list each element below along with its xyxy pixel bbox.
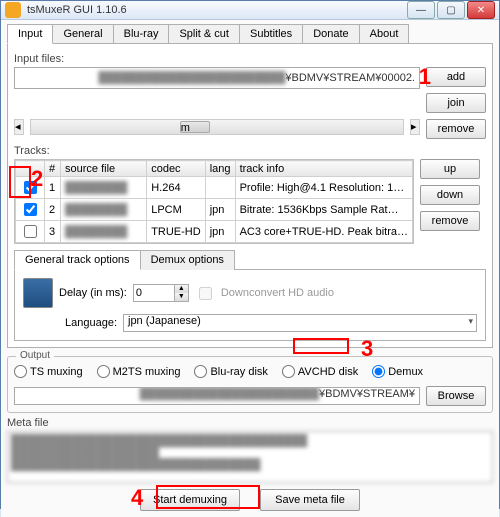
tab-general[interactable]: General — [52, 24, 113, 44]
up-button[interactable]: up — [420, 159, 480, 179]
remove-input-button[interactable]: remove — [426, 119, 486, 139]
track-source: ████████ — [61, 221, 147, 243]
tab-split[interactable]: Split & cut — [168, 24, 240, 44]
tracks-table-wrap: # source file codec lang track info 1███… — [14, 159, 414, 244]
down-button[interactable]: down — [420, 185, 480, 205]
app-window: tsMuxeR GUI 1.10.6 — ▢ ✕ Input General B… — [0, 0, 500, 509]
col-lang[interactable]: lang — [205, 161, 235, 177]
radio-input[interactable] — [14, 365, 27, 378]
meta-textarea[interactable]: ████████████████████████████████████████… — [7, 431, 493, 483]
track-num: 1 — [45, 177, 61, 199]
input-scrollbar[interactable]: m — [30, 119, 404, 135]
radio-label: M2TS muxing — [113, 366, 181, 378]
track-info: AC3 core+TRUE-HD. Peak bitra… — [235, 221, 412, 243]
track-source: ████████ — [61, 177, 147, 199]
radio-avchd-disk[interactable]: AVCHD disk — [282, 365, 358, 378]
track-codec: TRUE-HD — [147, 221, 206, 243]
subtab-general[interactable]: General track options — [14, 250, 141, 270]
radio-label: AVCHD disk — [298, 366, 358, 378]
radio-demux[interactable]: Demux — [372, 365, 423, 378]
scroll-left-icon[interactable]: ◂ — [14, 119, 24, 135]
track-checkbox[interactable] — [24, 225, 37, 238]
meta-label: Meta file — [7, 417, 493, 429]
track-lang: jpn — [205, 221, 235, 243]
radio-m2ts-muxing[interactable]: M2TS muxing — [97, 365, 181, 378]
downconvert-checkbox[interactable] — [199, 287, 212, 300]
subtab-demux[interactable]: Demux options — [140, 250, 235, 270]
radio-ts-muxing[interactable]: TS muxing — [14, 365, 83, 378]
output-title: Output — [16, 350, 54, 361]
input-files-label: Input files: — [14, 53, 486, 65]
table-row[interactable]: 1████████H.264 Profile: High@4.1 Resoluti… — [16, 177, 413, 199]
output-group: Output TS muxingM2TS muxingBlu-ray diskA… — [7, 356, 493, 413]
radio-input[interactable] — [194, 365, 207, 378]
radio-blu-ray-disk[interactable]: Blu-ray disk — [194, 365, 267, 378]
track-lang: jpn — [205, 199, 235, 221]
col-source[interactable]: source file — [61, 161, 147, 177]
tracks-table: # source file codec lang track info 1███… — [15, 160, 413, 243]
blurred-output: ███████████████████████ — [140, 388, 319, 400]
col-num[interactable]: # — [45, 161, 61, 177]
track-codec: LPCM — [147, 199, 206, 221]
blurred-path: ████████████████████████ — [98, 72, 285, 84]
radio-label: Blu-ray disk — [210, 366, 267, 378]
input-file-path[interactable]: ████████████████████████¥BDMV¥STREAM¥000… — [14, 67, 420, 89]
track-info: Bitrate: 1536Kbps Sample Rat… — [235, 199, 412, 221]
join-button[interactable]: join — [426, 93, 486, 113]
delay-spinner[interactable]: ▲▼ — [133, 284, 189, 302]
save-meta-button[interactable]: Save meta file — [260, 489, 360, 511]
downconvert-label: Downconvert HD audio — [221, 287, 334, 299]
tab-subtitles[interactable]: Subtitles — [239, 24, 303, 44]
track-options-panel: Delay (in ms): ▲▼ Downconvert HD audio L… — [14, 269, 486, 341]
spin-down-icon[interactable]: ▼ — [174, 293, 188, 301]
output-path[interactable]: ███████████████████████¥BDMV¥STREAM¥ — [14, 387, 420, 405]
radio-label: TS muxing — [30, 366, 83, 378]
main-tabs: Input General Blu-ray Split & cut Subtit… — [7, 24, 493, 44]
track-info: Profile: High@4.1 Resolution: 1… — [235, 177, 412, 199]
minimize-button[interactable]: — — [407, 1, 435, 19]
language-label: Language: — [65, 317, 117, 329]
delay-input[interactable] — [134, 285, 174, 301]
titlebar: tsMuxeR GUI 1.10.6 — ▢ ✕ — [1, 1, 499, 20]
col-info[interactable]: track info — [235, 161, 412, 177]
track-lang — [205, 177, 235, 199]
spin-up-icon[interactable]: ▲ — [174, 285, 188, 293]
input-panel: Input files: ████████████████████████¥BD… — [7, 43, 493, 348]
tracks-label: Tracks: — [14, 145, 486, 157]
tab-bluray[interactable]: Blu-ray — [113, 24, 170, 44]
close-button[interactable]: ✕ — [467, 1, 495, 19]
content-area: Input General Blu-ray Split & cut Subtit… — [1, 20, 499, 517]
radio-input[interactable] — [282, 365, 295, 378]
col-codec[interactable]: codec — [147, 161, 206, 177]
tab-input[interactable]: Input — [7, 24, 53, 44]
radio-input[interactable] — [372, 365, 385, 378]
tab-donate[interactable]: Donate — [302, 24, 359, 44]
app-icon — [5, 2, 21, 18]
track-num: 3 — [45, 221, 61, 243]
window-title: tsMuxeR GUI 1.10.6 — [27, 4, 407, 16]
delay-label: Delay (in ms): — [59, 287, 127, 299]
radio-label: Demux — [388, 366, 423, 378]
track-icon — [23, 278, 53, 308]
track-num: 2 — [45, 199, 61, 221]
start-demuxing-button[interactable]: Start demuxing — [140, 489, 240, 511]
track-checkbox[interactable] — [24, 203, 37, 216]
scroll-right-icon[interactable]: ▸ — [410, 119, 420, 135]
track-codec: H.264 — [147, 177, 206, 199]
maximize-button[interactable]: ▢ — [437, 1, 465, 19]
remove-track-button[interactable]: remove — [420, 211, 480, 231]
col-check[interactable] — [16, 161, 45, 177]
track-checkbox[interactable] — [24, 181, 37, 194]
tab-about[interactable]: About — [359, 24, 410, 44]
table-row[interactable]: 2████████LPCMjpnBitrate: 1536Kbps Sample… — [16, 199, 413, 221]
browse-button[interactable]: Browse — [426, 386, 486, 406]
track-source: ████████ — [61, 199, 147, 221]
table-row[interactable]: 3████████TRUE-HDjpnAC3 core+TRUE-HD. Pea… — [16, 221, 413, 243]
scrollbar-thumb[interactable]: m — [180, 121, 210, 133]
radio-input[interactable] — [97, 365, 110, 378]
language-select[interactable]: jpn (Japanese) — [123, 314, 477, 332]
add-button[interactable]: add — [426, 67, 486, 87]
